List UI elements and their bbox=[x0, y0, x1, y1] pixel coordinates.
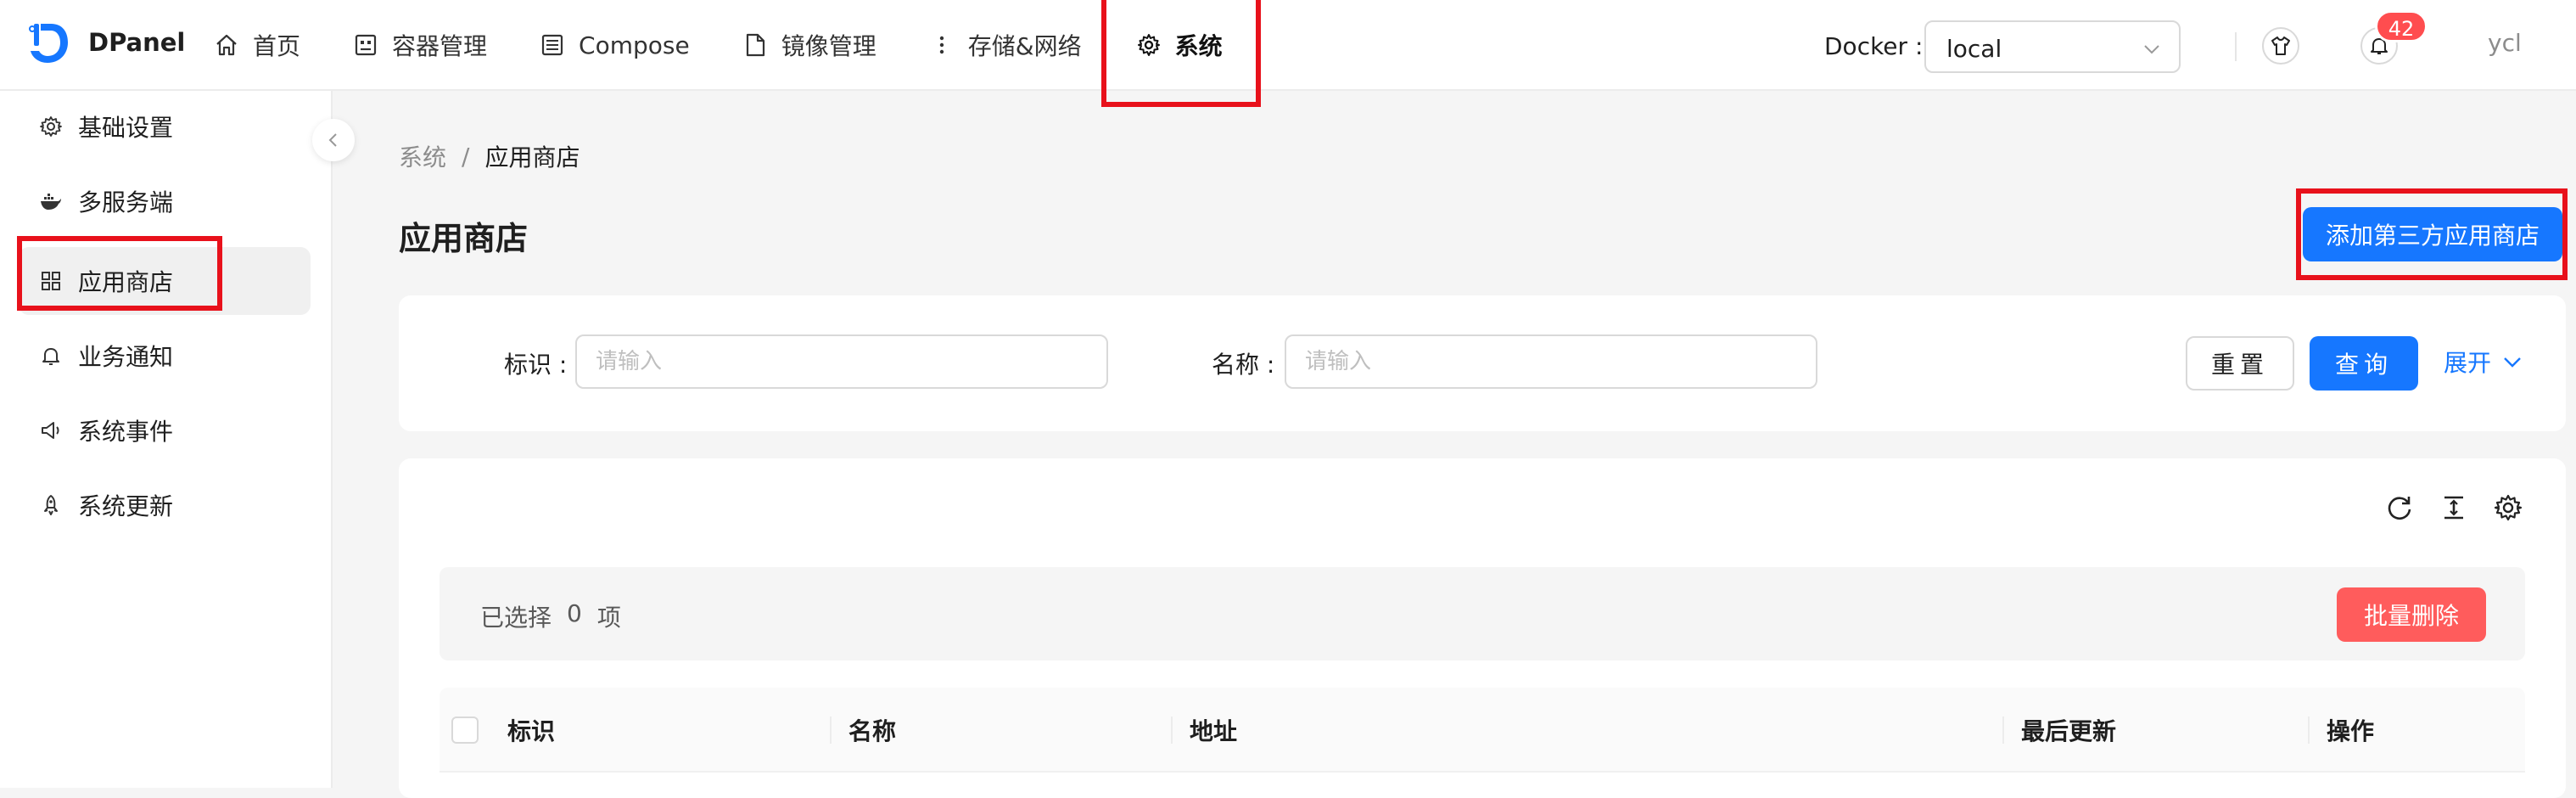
nav-compose[interactable]: Compose bbox=[540, 0, 690, 90]
selection-info: 已选择 0 项 bbox=[480, 599, 636, 633]
sidebar-item-notifications[interactable]: 业务通知 bbox=[19, 322, 311, 390]
breadcrumb-separator: / bbox=[462, 142, 470, 171]
query-button[interactable]: 查询 bbox=[2310, 336, 2418, 391]
column-header-address[interactable]: 地址 bbox=[1190, 688, 1237, 773]
logo[interactable]: DPanel bbox=[29, 20, 185, 65]
top-header: DPanel 首页 容器管理 Compose 镜像管理 存储&网络 系统 Doc… bbox=[0, 0, 2576, 91]
name-input[interactable] bbox=[1285, 334, 1817, 389]
chevron-left-icon bbox=[328, 133, 337, 147]
sidebar-item-label: 系统事件 bbox=[78, 418, 174, 446]
nav-home-label: 首页 bbox=[253, 32, 301, 60]
sidebar-item-label: 业务通知 bbox=[78, 343, 174, 371]
nav-storage-network[interactable]: 存储&网络 bbox=[929, 0, 1082, 90]
container-icon bbox=[355, 34, 377, 56]
nav-system[interactable]: 系统 bbox=[1136, 0, 1223, 90]
select-all-checkbox[interactable] bbox=[451, 717, 479, 744]
chevron-down-icon bbox=[2144, 45, 2159, 54]
add-third-party-store-button[interactable]: 添加第三方应用商店 bbox=[2303, 207, 2562, 261]
column-divider bbox=[1171, 717, 1173, 744]
sidebar-item-multi-server[interactable]: 多服务端 bbox=[19, 167, 311, 235]
column-divider bbox=[830, 717, 832, 744]
id-field-label: 标识 : bbox=[504, 351, 568, 379]
header-divider bbox=[2235, 32, 2237, 61]
theme-button[interactable] bbox=[2262, 27, 2299, 65]
column-header-last-updated[interactable]: 最后更新 bbox=[2021, 688, 2116, 773]
expand-button[interactable]: 展开 bbox=[2444, 345, 2523, 379]
shirt-icon bbox=[2271, 37, 2290, 55]
sidebar: 基础设置 多服务端 应用商店 业务通知 系统事件 系统更新 bbox=[0, 91, 333, 788]
column-divider bbox=[2308, 717, 2310, 744]
expand-label: 展开 bbox=[2444, 349, 2492, 377]
sidebar-item-label: 多服务端 bbox=[78, 188, 174, 216]
bell-icon bbox=[42, 348, 59, 365]
nav-images-label: 镜像管理 bbox=[781, 32, 876, 60]
chevron-down-icon bbox=[2504, 357, 2521, 368]
table-card: 已选择 0 项 批量删除 标识 名称 地址 最后更新 操作 bbox=[399, 458, 2566, 798]
table-header: 标识 名称 地址 最后更新 操作 bbox=[440, 688, 2525, 773]
more-icon bbox=[939, 36, 944, 54]
column-height-icon[interactable] bbox=[2439, 492, 2469, 523]
grid-icon bbox=[42, 272, 60, 290]
gear-icon bbox=[40, 116, 62, 137]
nav-home[interactable]: 首页 bbox=[214, 0, 300, 90]
docker-label: Docker : bbox=[1824, 32, 1924, 60]
sidebar-item-system-events[interactable]: 系统事件 bbox=[19, 396, 311, 464]
selection-count: 0 bbox=[567, 599, 582, 627]
nav-compose-label: Compose bbox=[579, 31, 690, 59]
filter-card: 标识 : 名称 : 重置 查询 展开 bbox=[399, 295, 2566, 431]
notification-badge: 42 bbox=[2375, 10, 2428, 42]
breadcrumb-parent[interactable]: 系统 bbox=[399, 139, 446, 173]
nav-system-label: 系统 bbox=[1174, 32, 1223, 60]
sidebar-item-basic-settings[interactable]: 基础设置 bbox=[19, 93, 311, 160]
breadcrumb-current: 应用商店 bbox=[484, 143, 580, 171]
nav-images[interactable]: 镜像管理 bbox=[742, 0, 876, 90]
sidebar-item-system-update[interactable]: 系统更新 bbox=[19, 471, 311, 539]
id-input[interactable] bbox=[575, 334, 1108, 389]
gear-icon bbox=[1137, 34, 1160, 56]
docker-host-value: local bbox=[1946, 35, 2002, 63]
home-icon bbox=[216, 34, 237, 56]
sidebar-collapse-button[interactable] bbox=[312, 119, 355, 161]
batch-delete-button[interactable]: 批量删除 bbox=[2337, 587, 2486, 642]
nav-containers[interactable]: 容器管理 bbox=[353, 0, 487, 90]
selection-prefix: 已选择 bbox=[480, 604, 552, 632]
column-divider bbox=[2002, 717, 2004, 744]
reset-button[interactable]: 重置 bbox=[2186, 336, 2294, 391]
name-field-label: 名称 : bbox=[1212, 351, 1275, 379]
reload-icon[interactable] bbox=[2384, 492, 2415, 523]
sidebar-item-label: 基础设置 bbox=[78, 114, 174, 142]
column-header-actions: 操作 bbox=[2327, 717, 2375, 745]
sidebar-item-label: 应用商店 bbox=[78, 268, 174, 296]
rocket-icon bbox=[44, 495, 58, 515]
dpanel-logo-icon bbox=[29, 24, 68, 63]
selection-bar bbox=[440, 567, 2525, 660]
sound-icon bbox=[42, 422, 59, 439]
sidebar-item-app-store[interactable]: 应用商店 bbox=[19, 247, 311, 315]
compose-icon bbox=[541, 34, 563, 56]
selection-suffix: 项 bbox=[596, 604, 621, 632]
docker-icon bbox=[41, 194, 61, 210]
sidebar-item-label: 系统更新 bbox=[78, 492, 174, 520]
app-name: DPanel bbox=[88, 28, 186, 57]
settings-icon[interactable] bbox=[2493, 492, 2523, 523]
page-title: 应用商店 bbox=[399, 220, 529, 257]
column-header-name[interactable]: 名称 bbox=[848, 688, 896, 773]
docker-host-select[interactable]: local bbox=[1924, 20, 2181, 73]
user-name[interactable]: ycl bbox=[2488, 29, 2522, 57]
breadcrumb: 系统 / 应用商店 bbox=[399, 139, 580, 173]
top-nav: 首页 容器管理 Compose 镜像管理 存储&网络 系统 bbox=[214, 0, 1275, 90]
file-icon bbox=[746, 33, 764, 57]
nav-storage-network-label: 存储&网络 bbox=[967, 32, 1082, 60]
column-header-id[interactable]: 标识 bbox=[507, 688, 555, 773]
nav-containers-label: 容器管理 bbox=[392, 32, 488, 60]
